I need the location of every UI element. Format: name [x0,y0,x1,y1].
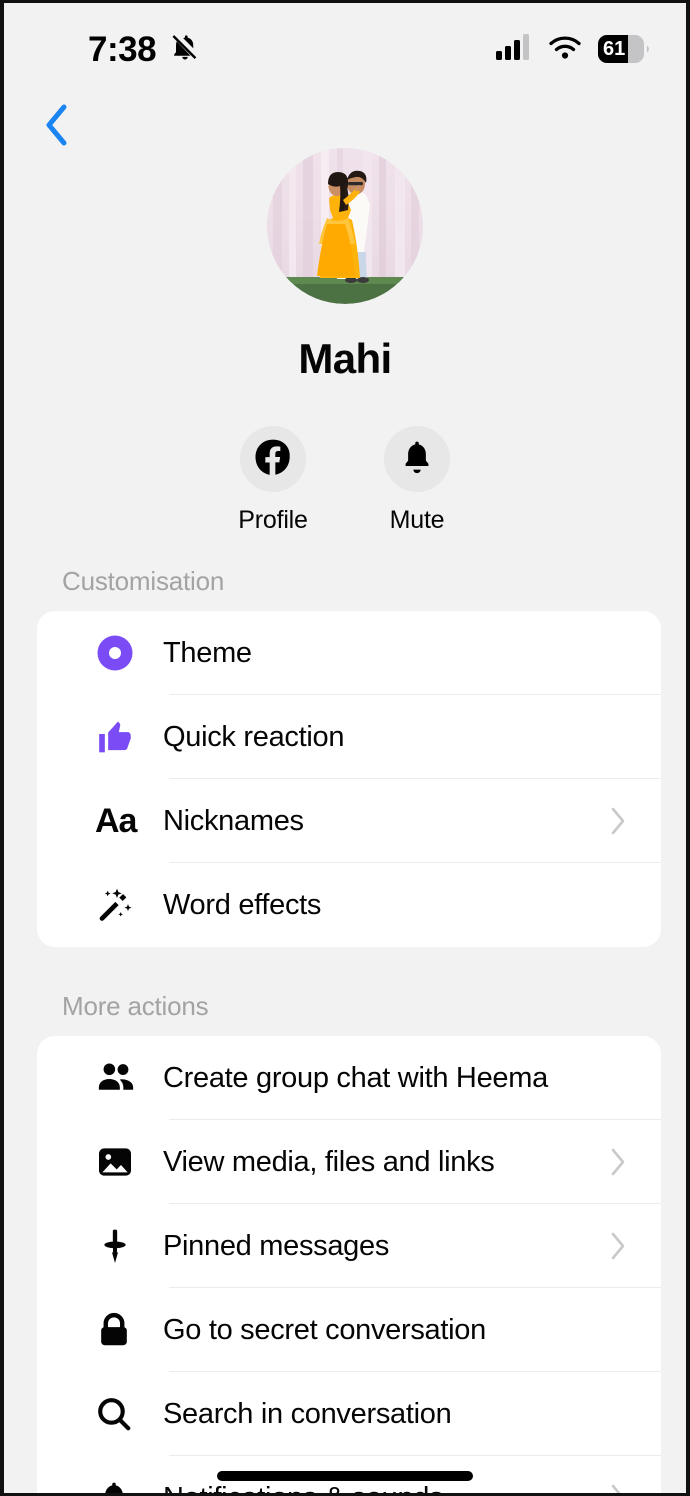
status-bar: 7:38 61 [4,3,686,95]
bell-icon [398,438,436,481]
row-quick-reaction-label: Quick reaction [163,720,345,753]
image-icon [95,1142,147,1182]
mute-button-circle [384,426,450,493]
aa-text-icon: Aa [95,802,137,840]
row-pinned-messages[interactable]: Pinned messages [37,1204,661,1288]
more-actions-section: More actions Create group chat with Heem… [4,991,686,1494]
row-nicknames[interactable]: Aa Nicknames [37,779,661,863]
row-create-group-chat[interactable]: Create group chat with Heema [37,1036,661,1120]
profile-header: Mahi Profile Mute [4,148,686,535]
row-theme[interactable]: Theme [37,611,661,695]
row-word-effects[interactable]: Word effects [37,863,661,947]
profile-button[interactable]: Profile [217,426,329,535]
page-title: Mahi [298,335,392,382]
chevron-right-icon [603,806,633,836]
lock-icon [95,1311,147,1349]
bell-slash-icon [170,32,200,67]
customisation-card: Theme Quick reaction Aa Nicknames Word e… [37,611,661,947]
profile-button-circle [240,426,306,493]
battery-icon: 61 [598,35,650,63]
customisation-section: Customisation Theme Quick reaction Aa Ni… [4,566,686,947]
wifi-icon [548,34,582,65]
phone-screen: 7:38 61 Mahi Profile Mute Customisation … [0,0,690,1496]
home-indicator[interactable] [217,1471,473,1481]
row-view-media[interactable]: View media, files and links [37,1120,661,1204]
battery-level-text: 61 [603,38,626,60]
row-pinned-messages-label: Pinned messages [163,1229,390,1262]
more-actions-card: Create group chat with Heema View media,… [37,1036,661,1494]
bell-icon [95,1479,147,1493]
profile-button-label: Profile [238,506,308,535]
row-secret-conversation-label: Go to secret conversation [163,1313,486,1346]
row-search-conversation-label: Search in conversation [163,1397,452,1430]
avatar[interactable] [267,148,423,304]
customisation-section-header: Customisation [62,566,225,596]
row-word-effects-label: Word effects [163,888,322,921]
status-bar-left: 7:38 [88,32,200,67]
chevron-right-icon [603,1231,633,1261]
search-icon [95,1395,147,1433]
row-theme-label: Theme [163,636,252,669]
row-nicknames-label: Nicknames [163,804,304,837]
chevron-right-icon [603,1147,633,1177]
mute-button[interactable]: Mute [361,426,473,535]
chevron-left-icon [43,103,69,152]
mute-button-label: Mute [389,506,445,535]
row-notifications-sounds-label: Notifications & sounds [163,1482,603,1494]
row-quick-reaction[interactable]: Quick reaction [37,695,661,779]
row-secret-conversation[interactable]: Go to secret conversation [37,1288,661,1372]
profile-avatar-photo [267,148,423,304]
row-search-conversation[interactable]: Search in conversation [37,1372,661,1456]
row-view-media-label: View media, files and links [163,1145,495,1178]
status-bar-right: 61 [496,33,650,65]
cellular-signal-icon [496,33,532,65]
people-icon [95,1057,147,1099]
thumbs-up-icon [95,717,147,757]
profile-action-row: Profile Mute [217,426,473,535]
status-time: 7:38 [88,29,157,69]
magic-wand-icon [95,885,147,925]
chevron-right-icon [603,1483,633,1493]
more-actions-section-header: More actions [62,991,209,1021]
facebook-icon [253,437,293,482]
row-create-group-chat-label: Create group chat with Heema [163,1061,548,1094]
back-button[interactable] [28,99,84,155]
pin-icon [95,1226,147,1266]
theme-circle-icon [95,633,147,673]
